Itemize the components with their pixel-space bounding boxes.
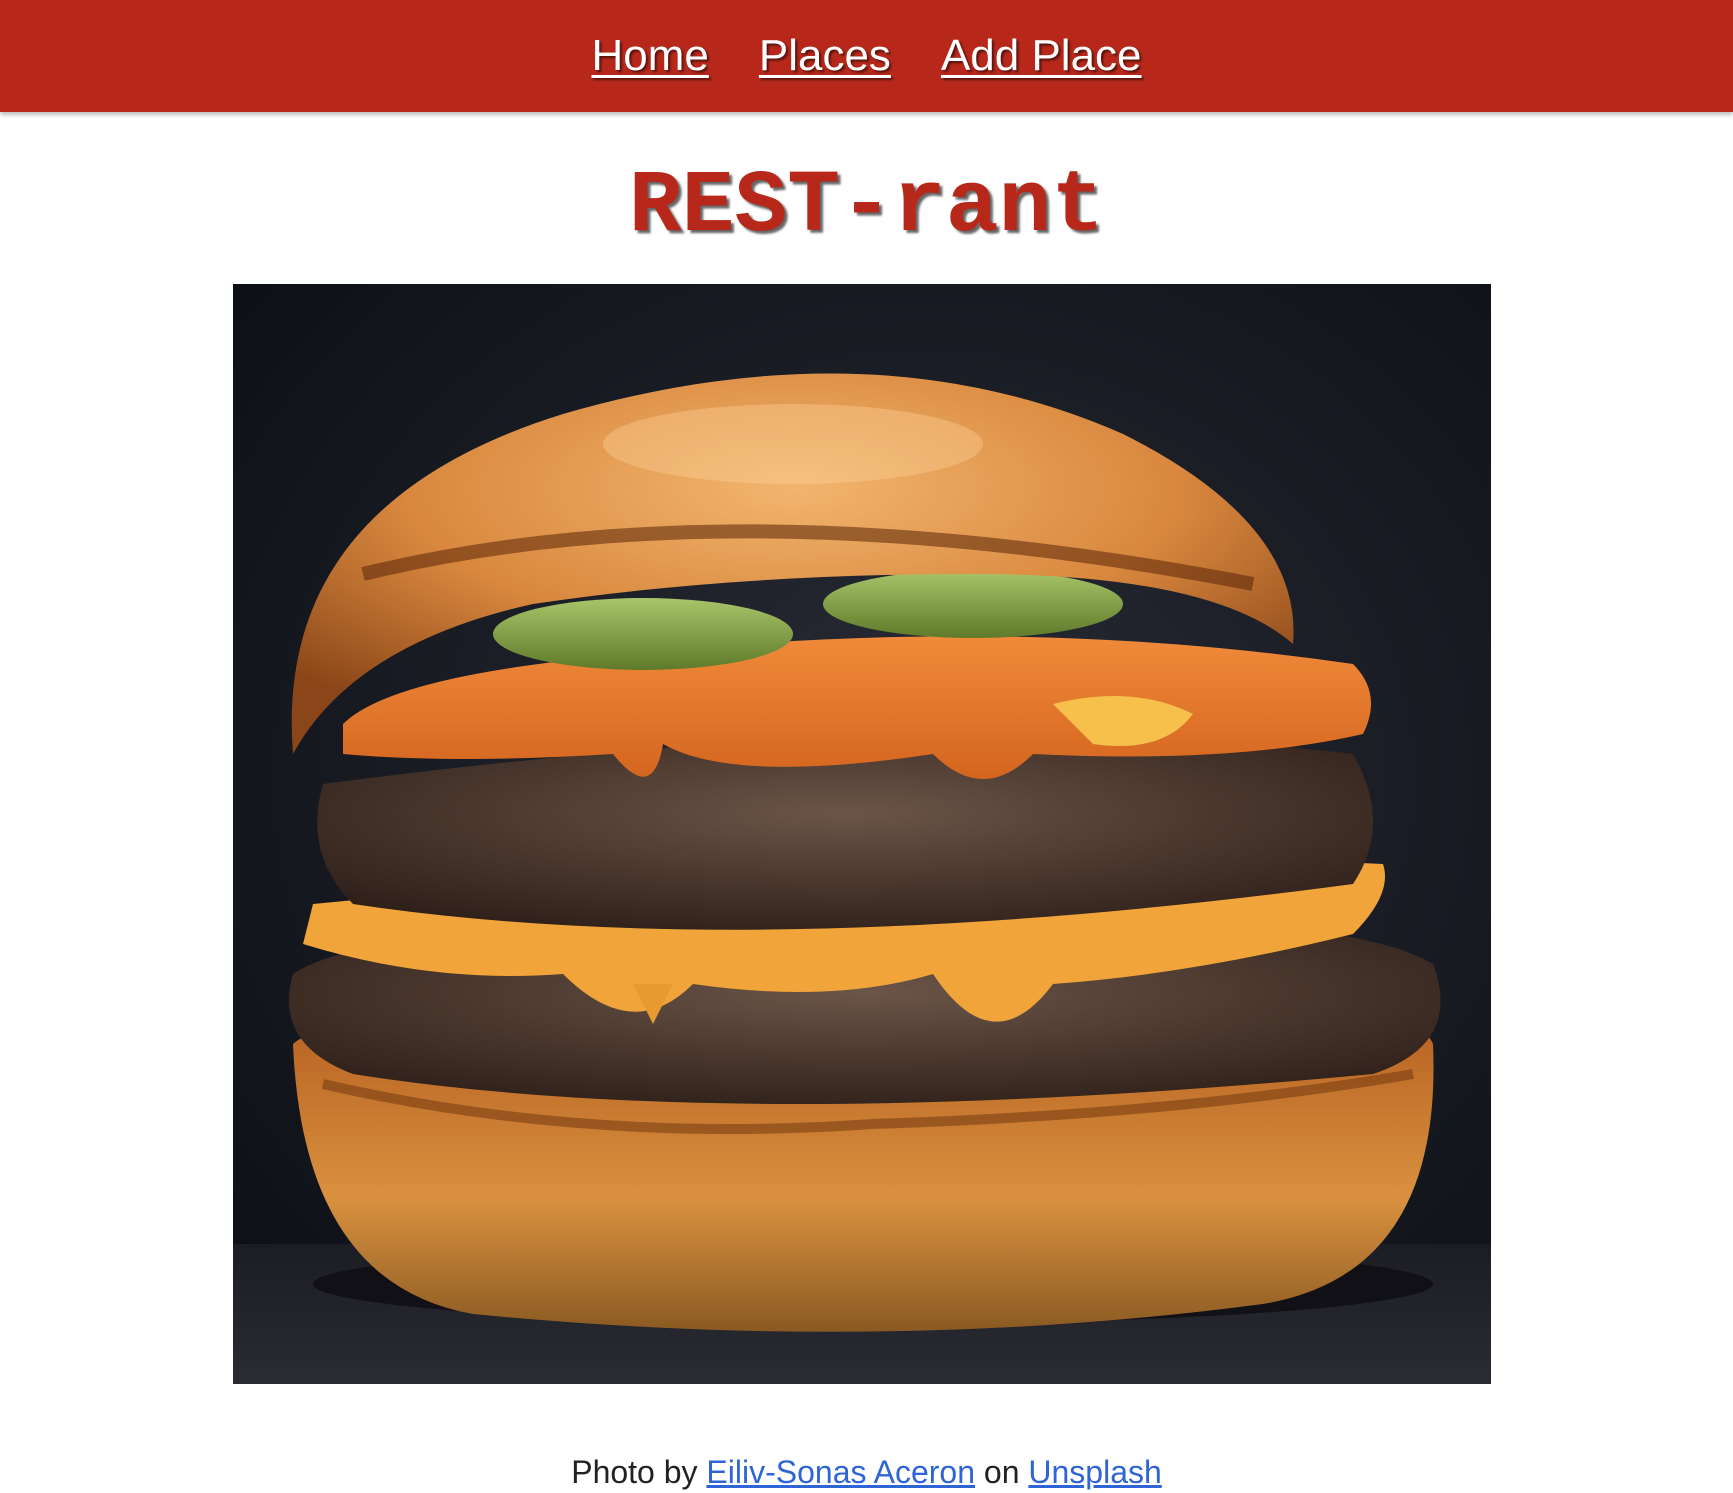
credit-middle: on [983,1454,1020,1490]
credit-prefix: Photo by [571,1454,698,1490]
page-title: REST-rant [628,158,1105,257]
nav-link-add-place[interactable]: Add Place [941,31,1142,81]
nav-link-home[interactable]: Home [591,31,708,81]
top-navbar: Home Places Add Place [0,0,1733,112]
photo-credit: Photo by Eiliv-Sonas Aceron on Unsplash [0,1452,1733,1492]
nav-link-places[interactable]: Places [759,31,891,81]
credit-source-link[interactable]: Unsplash [1028,1454,1161,1490]
hero-burger-image [233,284,1491,1384]
burger-illustration [233,284,1491,1384]
credit-author-link[interactable]: Eiliv-Sonas Aceron [706,1454,975,1490]
